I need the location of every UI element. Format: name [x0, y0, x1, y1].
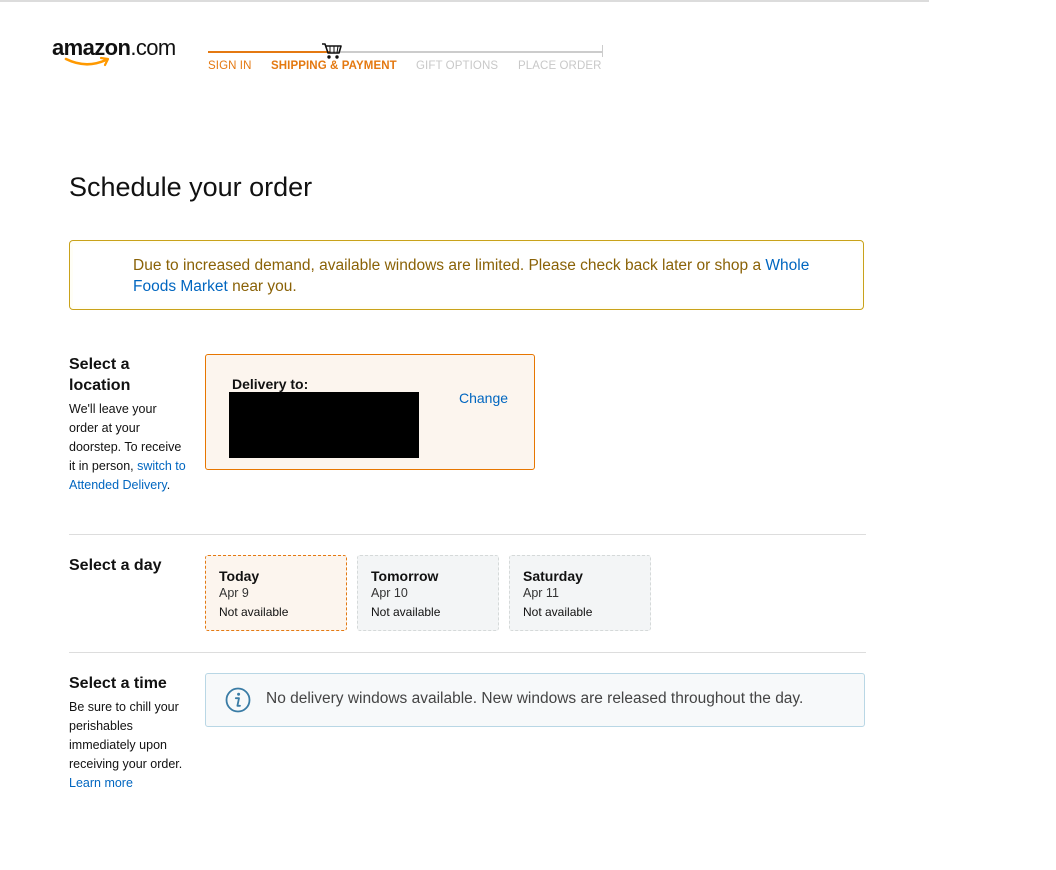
day-name: Tomorrow [371, 568, 439, 584]
location-section-desc: We'll leave your order at your doorstep.… [69, 402, 186, 492]
day-status: Not available [371, 605, 441, 619]
day-option-saturday[interactable]: Saturday Apr 11 Not available [509, 555, 651, 631]
day-date: Apr 10 [371, 586, 408, 600]
day-name: Today [219, 568, 260, 584]
section-divider [69, 534, 866, 535]
progress-endcap [602, 45, 603, 57]
top-border [0, 0, 929, 2]
day-status: Not available [219, 605, 289, 619]
learn-more-link[interactable]: Learn more [69, 776, 133, 790]
step-sign-in[interactable]: SIGN IN [208, 60, 252, 72]
day-status: Not available [523, 605, 593, 619]
time-section-desc: Be sure to chill your perishables immedi… [69, 700, 183, 790]
day-date: Apr 9 [219, 586, 249, 600]
day-option-today[interactable]: Today Apr 9 Not available [205, 555, 347, 631]
checkout-progress: SIGN IN SHIPPING & PAYMENT GIFT OPTIONS … [208, 40, 608, 80]
redacted-address [229, 392, 419, 458]
step-gift-options: GIFT OPTIONS [416, 60, 499, 72]
time-section-title: Select a time [69, 675, 167, 692]
no-windows-message: No delivery windows available. New windo… [266, 690, 804, 707]
step-place-order: PLACE ORDER [518, 60, 602, 72]
no-windows-info-box: No delivery windows available. New windo… [205, 673, 865, 727]
section-divider [69, 652, 866, 653]
day-option-tomorrow[interactable]: Tomorrow Apr 10 Not available [357, 555, 499, 631]
step-shipping-payment: SHIPPING & PAYMENT [271, 60, 397, 72]
change-address-link[interactable]: Change [459, 390, 508, 406]
delivery-location-card: Delivery to: Change [205, 354, 535, 470]
day-section-title: Select a day [69, 557, 162, 574]
info-icon [225, 687, 251, 713]
page-title: Schedule your order [69, 172, 313, 202]
logo-smile-icon [64, 56, 110, 67]
location-section-title: Select a location [69, 356, 131, 394]
day-name: Saturday [523, 568, 583, 584]
progress-line-remaining [330, 51, 603, 53]
delivery-to-label: Delivery to: [232, 376, 309, 392]
demand-alert: Due to increased demand, available windo… [69, 240, 864, 310]
progress-line-complete [208, 51, 330, 53]
day-date: Apr 11 [523, 586, 559, 600]
shopping-cart-icon [322, 43, 342, 59]
amazon-logo[interactable]: amazon.com [52, 36, 192, 72]
alert-message: Due to increased demand, available windo… [133, 257, 810, 295]
